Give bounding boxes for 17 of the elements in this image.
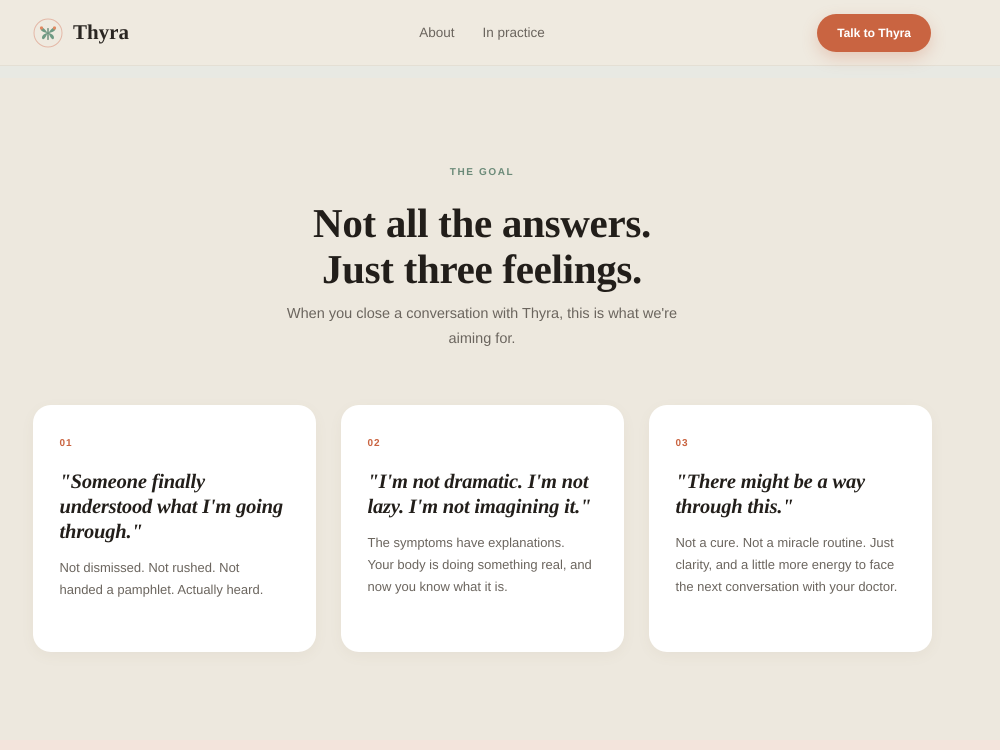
card-quote: "There might be a way through this." xyxy=(676,470,866,520)
card-quote: "I'm not dramatic. I'm not lazy. I'm not imagining it." xyxy=(368,470,592,520)
nav-link[interactable]: In practice xyxy=(482,25,545,40)
section-heading: Not all the answers. Just three feelings. xyxy=(313,200,651,292)
card-number: 02 xyxy=(368,438,381,450)
card-number: 01 xyxy=(60,438,73,450)
card-text: Not dismissed. Not rushed. Not handed a pamphlet. Actually heard. xyxy=(60,559,264,599)
section-subtitle: When you close a conversation with Thyra, this is what we're aiming for. xyxy=(286,305,678,349)
card-quote: "Someone finally understood what I'm going through." xyxy=(60,470,284,545)
card-text: The symptoms have explanations. Your body is doing something real, and now you know what it is. xyxy=(368,534,593,596)
brand-name: Thyra xyxy=(73,20,130,45)
butterfly-logo-icon xyxy=(33,18,63,48)
section-eyebrow: THE GOAL xyxy=(450,167,514,179)
talk-button[interactable]: Talk to Thyra xyxy=(817,14,931,52)
card-text: Not a cure. Not a miracle routine. Just clarity, and a little more energy to face the next conversation with your doctor. xyxy=(676,534,898,596)
card-number: 03 xyxy=(676,438,689,450)
nav-link[interactable]: About xyxy=(419,25,454,40)
